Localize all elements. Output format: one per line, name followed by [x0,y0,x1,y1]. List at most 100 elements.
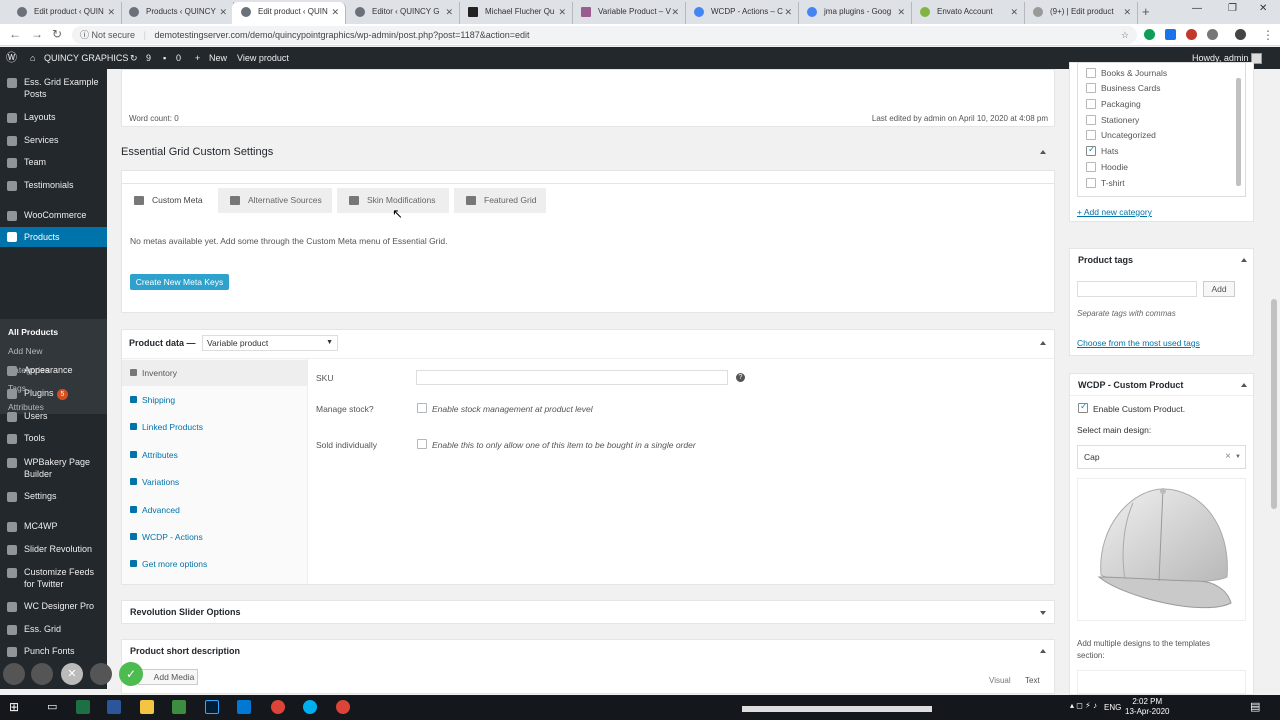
browser-tab-active[interactable]: Edit product ‹ QUIN ✕ [232,2,346,24]
extension-icon[interactable] [1144,29,1155,40]
shield-icon[interactable] [1207,29,1218,40]
browser-tab[interactable]: Editor ‹ QUINCY G ✕ [346,2,460,24]
close-tab-icon[interactable]: ✕ [1010,2,1018,22]
language-indicator[interactable]: ENG [1104,703,1121,712]
rev-slider-panel[interactable]: Revolution Slider Options [121,600,1055,624]
sidebar-item-punch-fonts[interactable]: Punch Fonts [0,646,107,657]
sidebar-item-settings[interactable]: Settings [0,491,107,502]
app-icon[interactable] [172,700,186,714]
tab-custom-meta[interactable]: Custom Meta [122,188,214,213]
main-design-select[interactable]: Cap × ▼ [1077,445,1246,469]
pd-tab-advanced[interactable]: Advanced [122,497,308,523]
pd-tab-inventory[interactable]: Inventory [122,360,308,386]
enable-custom-product-checkbox[interactable] [1078,401,1088,413]
category-checkbox[interactable] [1086,99,1096,109]
page-scrollbar-thumb[interactable] [1271,299,1277,509]
pause-icon[interactable] [90,663,112,685]
sidebar-item-testimonials[interactable]: Testimonials [0,180,107,191]
reload-icon[interactable]: ↻ [52,27,62,41]
text-tab[interactable]: Text [1025,676,1040,685]
close-tab-icon[interactable]: ✕ [107,2,115,22]
product-type-select[interactable]: Variable product ▼ [202,335,338,351]
add-media-button[interactable]: Add Media [138,669,198,685]
sidebar-item-mc4wp[interactable]: MC4WP [0,521,107,532]
manage-stock-checkbox[interactable] [417,403,427,413]
pd-tab-wcdp-actions[interactable]: WCDP - Actions [122,524,308,550]
sidebar-item-wc-designer-pro[interactable]: WC Designer Pro [0,601,107,612]
page-scrollbar[interactable] [1268,69,1280,695]
minimize-button[interactable]: — [1192,3,1202,14]
help-icon[interactable]: ? [736,373,745,382]
category-checkbox[interactable] [1086,162,1096,172]
recorder-menu-icon[interactable] [3,663,25,685]
submenu-add-new[interactable]: Add New [8,346,43,356]
excel-icon[interactable] [76,700,90,714]
browser-tab[interactable]: WCDP - Actions – C ✕ [685,2,799,24]
pd-tab-get-more-options[interactable]: Get more options [122,551,308,577]
sidebar-item-plugins[interactable]: Plugins 5 [0,388,107,400]
templates-field[interactable] [1077,670,1246,694]
maximize-button[interactable]: ❐ [1228,3,1237,14]
info-icon[interactable]: ⓘ [80,30,89,40]
create-meta-keys-button[interactable]: Create New Meta Keys [130,274,229,290]
sidebar-item-wpbakery[interactable]: WPBakery Page [0,457,107,468]
close-tab-icon[interactable]: ✕ [671,2,679,22]
browser-tab[interactable]: (9+) | Edit product ✕ [1024,2,1138,24]
collapse-icon[interactable] [1040,649,1046,653]
task-view-icon[interactable]: ▭ [47,700,57,713]
sidebar-item-ess-grid-example[interactable]: Ess. Grid Example [0,77,107,88]
finish-recording-icon[interactable]: ✓ [119,662,143,686]
browser-tab[interactable]: Michael Flucher Qu ✕ [459,2,573,24]
back-icon[interactable]: ← [9,27,21,41]
new-tab-button[interactable]: + [1142,4,1150,19]
browser-tab[interactable]: Edit product ‹ QUIN ✕ [8,2,122,24]
sidebar-item-tools[interactable]: Tools [0,433,107,444]
updates-icon[interactable]: ↻ [130,47,138,69]
photoshop-icon[interactable] [205,700,219,714]
close-tab-icon[interactable]: ✕ [558,2,566,22]
clear-selection-icon[interactable]: × [1225,446,1231,468]
profile-icon[interactable] [1235,29,1246,40]
sidebar-item-customize-feeds[interactable]: Customize Feeds [0,567,107,578]
comments-icon[interactable]: ▪ [163,47,166,69]
collapse-icon[interactable] [1241,258,1247,262]
windows-start-icon[interactable]: ⊞ [9,700,19,714]
pd-tab-attributes[interactable]: Attributes [122,442,308,468]
close-tab-icon[interactable]: ✕ [219,2,227,22]
pd-tab-linked-products[interactable]: Linked Products [122,414,308,440]
chrome-icon[interactable] [336,700,350,714]
category-checkbox[interactable] [1086,83,1096,93]
file-explorer-icon[interactable] [140,700,154,714]
sidebar-item-layouts[interactable]: Layouts [0,112,107,123]
new-menu[interactable]: New [209,47,227,69]
add-new-category-link[interactable]: + Add new category [1077,207,1152,217]
browser-tab[interactable]: Variable Product – V ✕ [572,2,686,24]
submenu-all-products[interactable]: All Products [8,327,58,337]
category-checkbox-checked[interactable] [1086,144,1096,156]
pd-tab-shipping[interactable]: Shipping [122,387,308,413]
sidebar-item-slider-revolution[interactable]: Slider Revolution [0,544,107,555]
visual-tab[interactable]: Visual [989,676,1011,685]
sidebar-item-services[interactable]: Services [0,135,107,146]
sidebar-item-ess-grid[interactable]: Ess. Grid [0,624,107,635]
view-product-link[interactable]: View product [237,47,289,69]
sidebar-item-team[interactable]: Team [0,157,107,168]
sidebar-item-customize-feeds-twitter[interactable]: for Twitter [0,579,107,590]
taskbar-clock[interactable]: 2:02 PM 13-Apr-2020 [1125,697,1169,717]
collapse-icon[interactable] [1241,383,1247,387]
webcam-icon[interactable] [31,663,53,685]
sidebar-item-ess-grid-example-posts[interactable]: Posts [0,89,107,100]
close-tab-icon[interactable]: ✕ [897,2,905,22]
expand-icon[interactable] [1040,611,1046,615]
updates-count[interactable]: 9 [146,47,151,69]
category-checkbox[interactable] [1086,130,1096,140]
extension-icon[interactable] [1186,29,1197,40]
sidebar-item-users[interactable]: Users [0,411,107,422]
url-field[interactable]: ⓘ Not secure | demotestingserver.com/dem… [72,26,1137,44]
comments-count[interactable]: 0 [176,47,181,69]
sku-input[interactable] [416,370,728,385]
site-name-link[interactable]: QUINCY GRAPHICS [44,47,128,69]
sidebar-item-products[interactable]: Products [0,227,107,247]
forward-icon[interactable]: → [31,27,43,41]
choose-most-used-tags-link[interactable]: Choose from the most used tags [1077,338,1200,348]
